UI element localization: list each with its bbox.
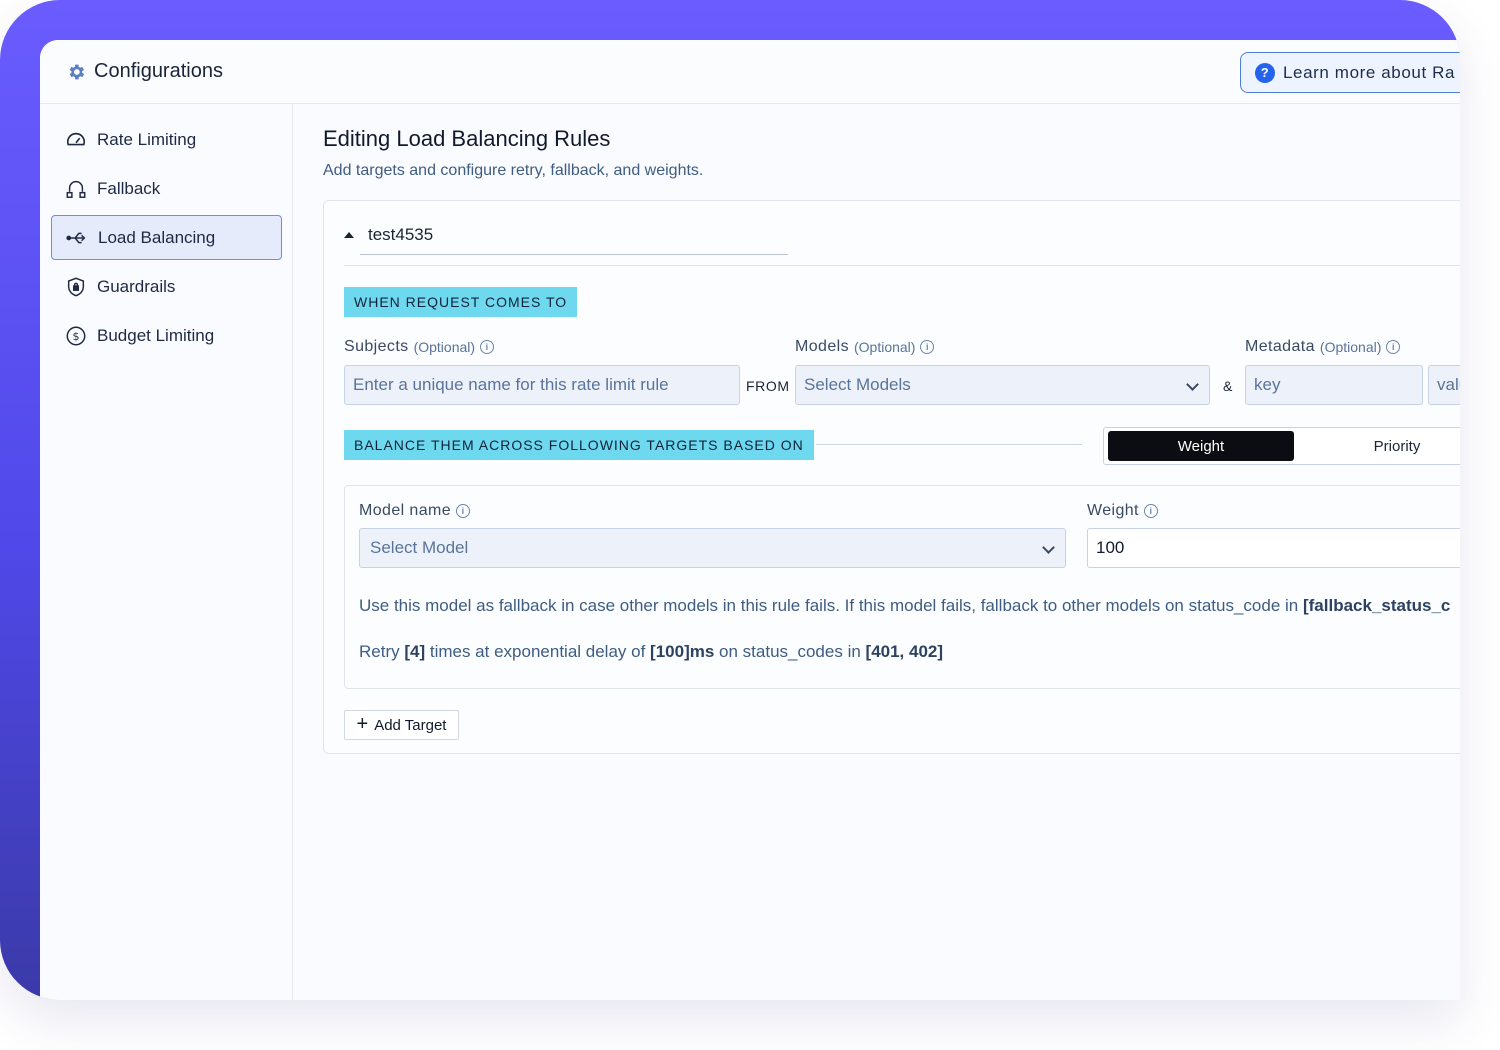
and-label: & — [1223, 378, 1233, 394]
rule-name[interactable]: test4535 — [368, 225, 433, 245]
sidebar-item-label: Budget Limiting — [97, 325, 215, 345]
divider — [816, 444, 1082, 445]
rule-header[interactable]: test4535 — [344, 225, 433, 245]
model-select-value: Select Model — [370, 538, 469, 557]
svg-text:$: $ — [73, 330, 80, 343]
when-request-tag: WHEN REQUEST COMES TO — [344, 287, 578, 317]
sidebar-item-load-balancing[interactable]: Load Balancing — [51, 215, 282, 260]
model-name-label-text: Model name — [359, 502, 452, 519]
shield-lock-icon — [67, 277, 85, 296]
subjects-input[interactable]: Enter a unique name for this rate limit … — [344, 365, 740, 405]
info-icon[interactable]: i — [920, 340, 935, 354]
metadata-key-input[interactable]: key — [1245, 365, 1423, 405]
app-title: Configurations — [94, 60, 223, 82]
retry-delay[interactable]: [100]ms — [650, 642, 714, 661]
info-icon[interactable]: i — [1386, 340, 1401, 354]
page-title: Editing Load Balancing Rules — [323, 126, 611, 151]
metadata-value-input[interactable]: valu — [1428, 365, 1460, 405]
weight-input[interactable]: 100 — [1087, 528, 1460, 568]
sidebar-item-label: Guardrails — [97, 276, 176, 296]
fallback-note: Use this model as fallback in case other… — [359, 596, 1450, 616]
brand: Configurations — [66, 60, 223, 83]
fallback-icon — [66, 180, 86, 198]
help-icon: ? — [1255, 62, 1275, 83]
retry-prefix: Retry — [359, 642, 405, 661]
learn-more-button[interactable]: ? Learn more about Ra — [1240, 52, 1460, 93]
models-label: Models (Optional) i — [795, 338, 935, 356]
subjects-label-text: Subjects — [344, 338, 409, 355]
target-card: Model name i Select Model Weight i 100 U… — [344, 485, 1460, 689]
sidebar-item-fallback[interactable]: Fallback — [51, 166, 282, 211]
metadata-label: Metadata (Optional) i — [1245, 338, 1401, 356]
info-icon[interactable]: i — [480, 340, 495, 354]
learn-more-label: Learn more about Ra — [1283, 62, 1456, 82]
collapse-caret-icon[interactable] — [344, 232, 354, 238]
sidebar-item-rate-limiting[interactable]: Rate Limiting — [51, 117, 282, 162]
retry-count[interactable]: [4] — [404, 642, 425, 661]
models-label-text: Models — [795, 338, 849, 355]
sidebar-item-budget-limiting[interactable]: $ Budget Limiting — [51, 313, 282, 358]
model-select[interactable]: Select Model — [359, 528, 1066, 568]
models-select-value: Select Models — [804, 375, 911, 394]
sidebar-item-label: Fallback — [97, 178, 161, 198]
weight-label-text: Weight — [1087, 502, 1139, 519]
sidebar-item-label: Rate Limiting — [97, 129, 197, 149]
model-name-label: Model name i — [359, 502, 471, 520]
models-select[interactable]: Select Models — [795, 365, 1210, 405]
retry-codes[interactable]: [401, 402] — [866, 642, 944, 661]
divider — [344, 265, 1460, 266]
load-balancing-icon — [66, 232, 86, 243]
subjects-optional: (Optional) — [413, 339, 476, 355]
speedometer-icon — [66, 132, 86, 145]
retry-mid: times at exponential delay of — [425, 642, 651, 661]
retry-mid2: on status_codes in — [714, 642, 866, 661]
plus-icon: + — [356, 713, 369, 735]
from-label: FROM — [746, 378, 790, 394]
metadata-label-text: Metadata — [1245, 338, 1315, 355]
chevron-down-icon — [1186, 378, 1199, 391]
sidebar-item-guardrails[interactable]: Guardrails — [51, 264, 282, 309]
toggle-priority[interactable]: Priority — [1304, 431, 1460, 461]
fallback-note-text: Use this model as fallback in case other… — [359, 596, 1303, 615]
rule-card: test4535 WHEN REQUEST COMES TO Subjects … — [323, 200, 1460, 754]
weight-priority-toggle: Weight Priority — [1103, 427, 1460, 465]
top-bar: Configurations ? Learn more about Ra — [40, 40, 1460, 104]
gear-icon — [69, 64, 85, 79]
window-frame: Configurations ? Learn more about Ra Rat… — [0, 0, 1460, 1000]
app-window: Configurations ? Learn more about Ra Rat… — [40, 40, 1460, 1000]
sidebar: Rate Limiting Fallback Load Balancing Gu… — [40, 104, 293, 1000]
rule-name-underline — [360, 254, 788, 255]
dollar-icon: $ — [66, 326, 86, 345]
models-optional: (Optional) — [853, 339, 916, 355]
info-icon[interactable]: i — [1143, 504, 1158, 518]
chevron-down-icon — [1042, 541, 1055, 554]
toggle-weight[interactable]: Weight — [1108, 431, 1294, 461]
subjects-label: Subjects (Optional) i — [344, 338, 495, 356]
fallback-codes[interactable]: [fallback_status_c — [1303, 596, 1450, 615]
add-target-button[interactable]: + Add Target — [344, 710, 459, 740]
add-target-label: Add Target — [374, 716, 447, 734]
main-content: Editing Load Balancing Rules Add targets… — [294, 104, 1460, 1000]
weight-label: Weight i — [1087, 502, 1158, 520]
metadata-optional: (Optional) — [1319, 339, 1382, 355]
info-icon[interactable]: i — [456, 504, 471, 518]
page-subtitle: Add targets and configure retry, fallbac… — [323, 162, 704, 179]
balance-tag: BALANCE THEM ACROSS FOLLOWING TARGETS BA… — [344, 430, 814, 460]
retry-note: Retry [4] times at exponential delay of … — [359, 642, 943, 662]
sidebar-item-label: Load Balancing — [98, 227, 216, 247]
